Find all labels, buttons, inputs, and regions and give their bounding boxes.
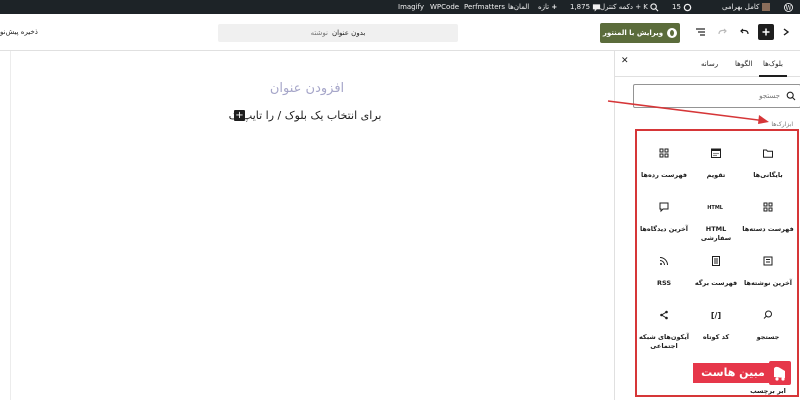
- updates-menu[interactable]: 15: [672, 0, 692, 14]
- page-list-icon: [709, 255, 723, 269]
- block-label: HTML سفارشی: [700, 225, 732, 242]
- html-icon: HTML: [707, 205, 723, 211]
- block-custom-html[interactable]: HTML HTML سفارشی: [690, 193, 742, 253]
- shortcode-icon: [/]: [710, 311, 722, 320]
- tab-blocks[interactable]: بلوک‌ها: [759, 51, 787, 77]
- elementor-icon: [667, 28, 678, 38]
- latest-posts-icon: [761, 255, 775, 269]
- block-archives[interactable]: بایگانی‌ها: [742, 139, 794, 199]
- inline-inserter-plus-icon[interactable]: +: [234, 110, 245, 121]
- command-palette-button[interactable]: دکمه کنترل + K: [600, 0, 659, 14]
- plus-icon: [762, 28, 770, 36]
- command-label: دکمه کنترل + K: [600, 3, 648, 11]
- block-page-list[interactable]: فهرست برگه: [690, 247, 742, 307]
- block-latest-comments[interactable]: آخرین دیدگاه‌ها: [638, 193, 690, 253]
- comment-icon: [593, 3, 601, 12]
- close-icon[interactable]: ✕: [621, 56, 629, 66]
- search-icon: [761, 309, 775, 323]
- tab-media[interactable]: رسانه: [701, 51, 718, 77]
- block-label: آخرین دیدگاه‌ها: [639, 225, 689, 233]
- block-label: بایگانی‌ها: [753, 171, 783, 179]
- block-label: آیکون‌های شبکه اجتماعی: [638, 333, 689, 350]
- document-title: بدون عنوان: [331, 29, 366, 37]
- annotation-arrow: [607, 100, 769, 124]
- avatar: [761, 3, 770, 11]
- editor-canvas[interactable]: افزودن عنوان برای انتخاب یک بلوک / را تا…: [0, 51, 614, 400]
- block-categories[interactable]: فهرست رده‌ها: [638, 139, 690, 199]
- user-name: کامل بهرامی: [722, 3, 760, 11]
- new-content-menu[interactable]: تازه +: [538, 0, 557, 14]
- brand-watermark: مبین هاست: [693, 361, 791, 385]
- widgets-block-grid: بایگانی‌ها تقویم فهرست رده‌ها فهرست دسته…: [635, 129, 799, 397]
- archive-icon: [761, 147, 775, 161]
- block-label: تقویم: [706, 171, 726, 179]
- block-social-icons[interactable]: آیکون‌های شبکه اجتماعی: [638, 301, 690, 361]
- document-type: نوشته: [310, 29, 328, 37]
- block-label: فهرست برگه: [694, 279, 738, 287]
- block-label: کد کوتاه: [702, 333, 730, 341]
- block-rss[interactable]: RSS: [638, 247, 690, 307]
- block-shortcode[interactable]: [/] کد کوتاه: [690, 301, 742, 361]
- back-chevron-icon[interactable]: [778, 24, 794, 40]
- block-calendar[interactable]: تقویم: [690, 139, 742, 199]
- new-label: تازه: [538, 3, 550, 11]
- document-overview-icon[interactable]: [692, 24, 708, 40]
- imagify-menu[interactable]: Imagify: [398, 0, 424, 14]
- block-inserter-button[interactable]: [758, 24, 774, 40]
- redo-icon[interactable]: [714, 24, 730, 40]
- block-category-list[interactable]: فهرست دسته‌ها: [742, 193, 794, 253]
- block-search[interactable]: جستجو: [742, 301, 794, 361]
- comment-icon: [657, 201, 671, 215]
- block-label: RSS: [656, 279, 672, 287]
- tab-patterns[interactable]: الگوها: [735, 51, 752, 77]
- block-label: ابر برچسب: [750, 387, 786, 395]
- document-title-bar[interactable]: بدون عنوان نوشته: [218, 24, 458, 42]
- svg-text:W: W: [785, 4, 792, 11]
- share-icon: [657, 309, 671, 323]
- post-title-placeholder[interactable]: افزودن عنوان: [0, 81, 614, 96]
- block-label: فهرست رده‌ها: [641, 171, 687, 179]
- canvas-divider: [10, 51, 11, 400]
- elements-menu[interactable]: المان‌ها: [508, 0, 529, 14]
- undo-icon[interactable]: [736, 24, 752, 40]
- wpcode-menu[interactable]: WPCode: [430, 0, 459, 14]
- categories-icon: [657, 147, 671, 161]
- comments-count: 1,875: [570, 3, 591, 11]
- block-label: فهرست دسته‌ها: [742, 225, 794, 233]
- search-icon: [786, 91, 796, 101]
- brand-logo-icon: [769, 361, 791, 385]
- inserter-tabs: بلوک‌ها الگوها رسانه ✕: [615, 51, 800, 77]
- publish-label: ویرایش با المنتور: [602, 29, 664, 37]
- block-label: آخرین نوشته‌ها: [744, 279, 792, 287]
- block-latest-posts[interactable]: آخرین نوشته‌ها: [742, 247, 794, 307]
- comments-menu[interactable]: 1,875: [570, 0, 601, 14]
- updates-count: 15: [672, 3, 681, 11]
- admin-bar: W کامل بهرامی 15 دکمه کنترل + K 1,875 تا…: [0, 0, 800, 14]
- editor-header: ویرایش با المنتور بدون عنوان نوشته ذخیره…: [0, 14, 800, 51]
- brand-text: مبین هاست: [693, 363, 773, 383]
- perfmatters-menu[interactable]: Perfmatters: [464, 0, 505, 14]
- user-menu[interactable]: کامل بهرامی: [722, 0, 770, 14]
- wordpress-logo-icon[interactable]: W: [784, 0, 793, 14]
- plus-icon: +: [551, 3, 558, 11]
- calendar-icon: [709, 147, 723, 161]
- edit-with-elementor-button[interactable]: ویرایش با المنتور: [600, 23, 680, 43]
- categories-list-icon: [761, 201, 775, 215]
- block-label: جستجو: [756, 333, 780, 341]
- search-icon: [650, 2, 659, 11]
- save-draft-button[interactable]: ذخیره پیش‌نو: [0, 28, 38, 36]
- refresh-icon: [683, 3, 692, 11]
- rss-icon: [657, 255, 671, 269]
